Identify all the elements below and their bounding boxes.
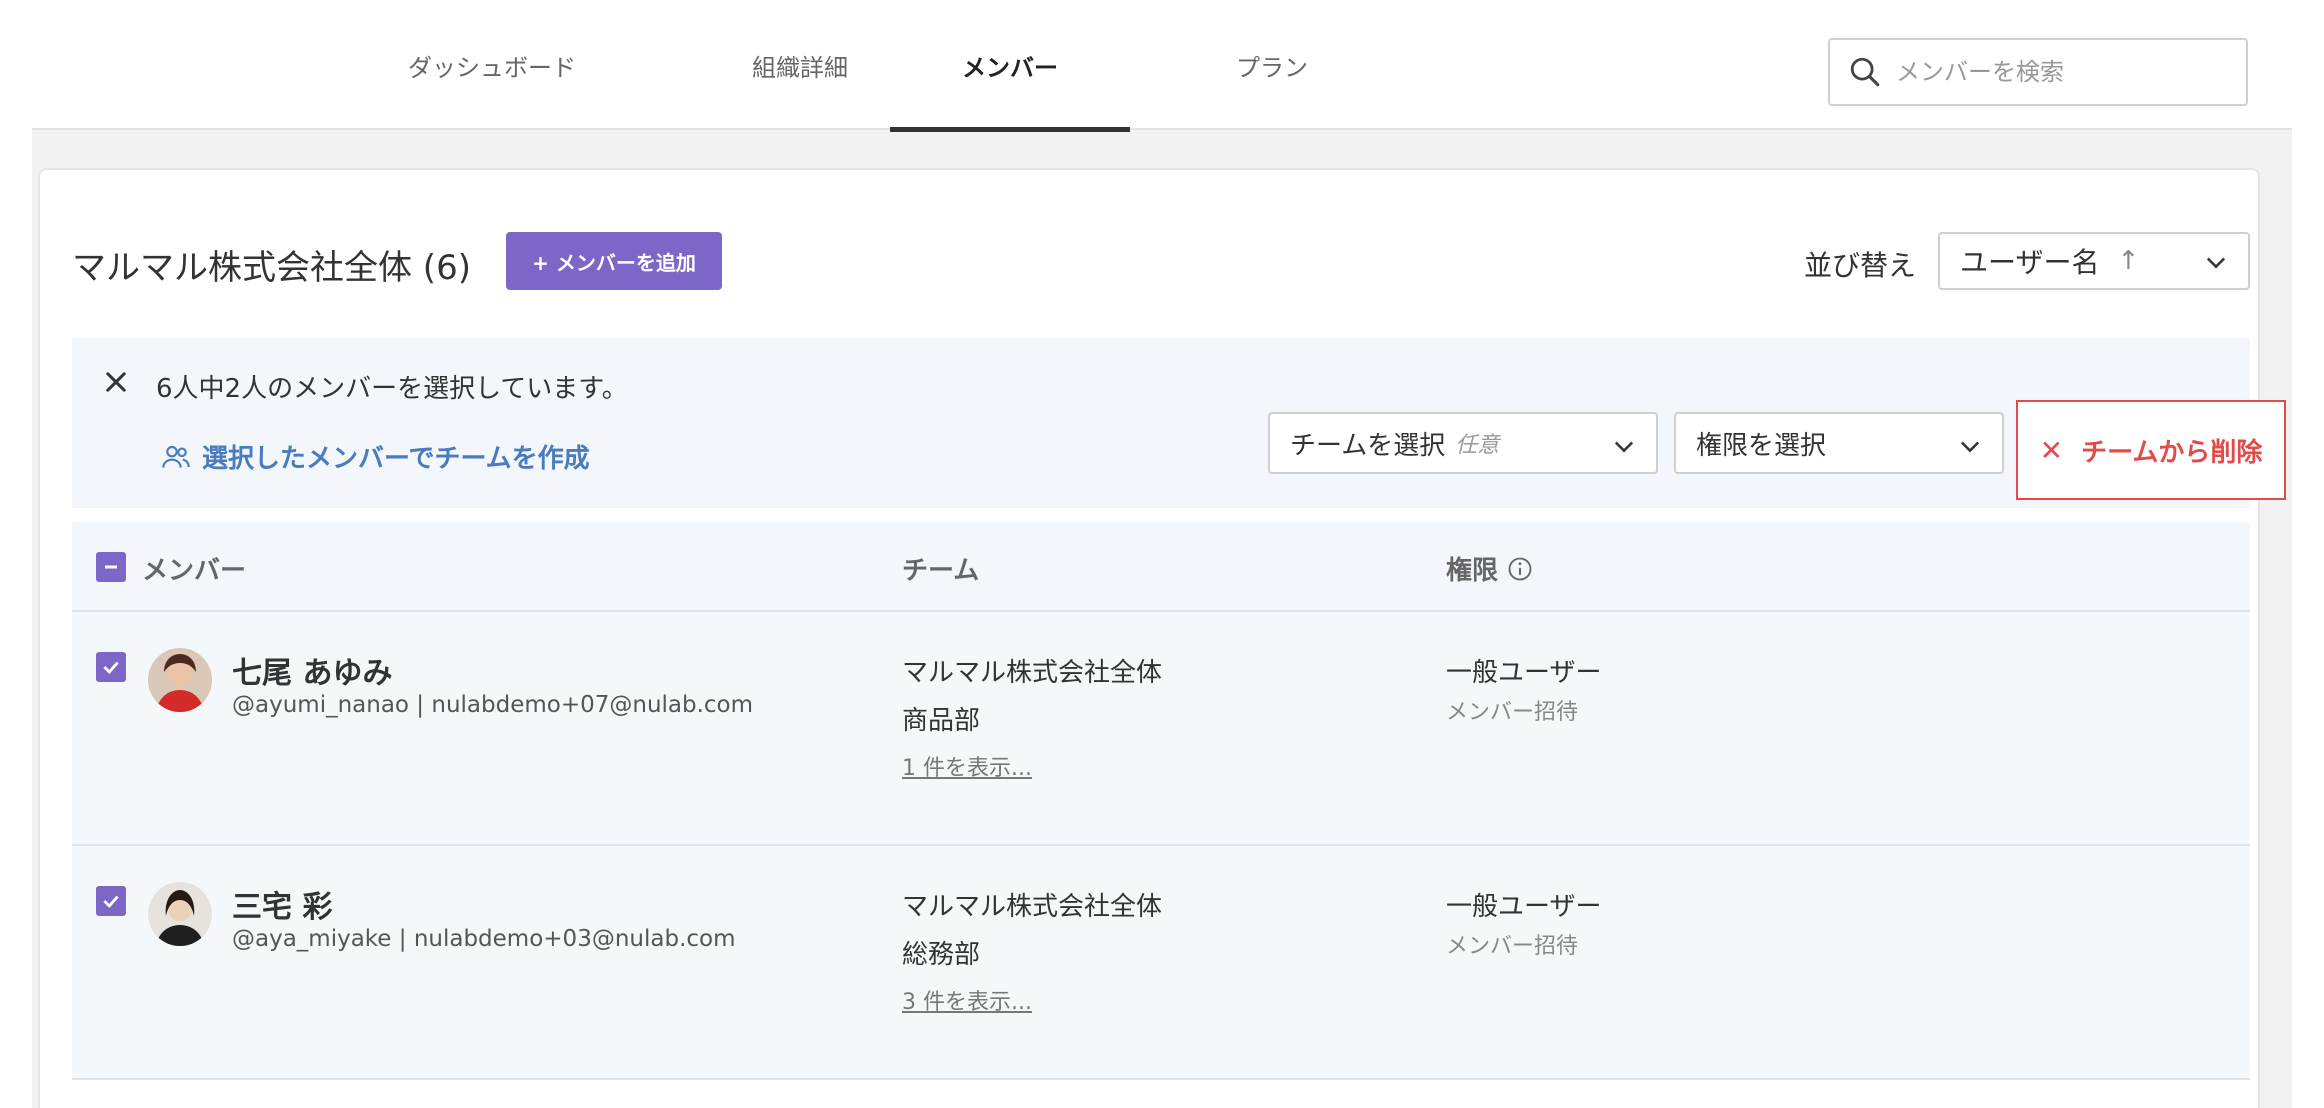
member-name: 七尾 あゆみ: [232, 656, 393, 691]
member-handle-email: @aya_miyake | nulabdemo+03@nulab.com: [232, 926, 736, 952]
create-team-label: 選択したメンバーでチームを作成: [202, 444, 590, 474]
team-select-label: チームを選択: [1290, 430, 1446, 461]
table-row[interactable]: 三宅 彩 @aya_miyake | nulabdemo+03@nulab.co…: [72, 846, 2250, 1080]
top-navigation: ダッシュボード 組織詳細 メンバー プラン: [32, 0, 2292, 132]
tab-plan[interactable]: プラン: [1172, 0, 1372, 130]
sort-value: ユーザー名: [1960, 246, 2100, 279]
remove-from-team-button[interactable]: ✕ チームから削除: [2016, 400, 2286, 500]
avatar: [148, 882, 212, 946]
table-row[interactable]: 七尾 あゆみ @ayumi_nanao | nulabdemo+07@nulab…: [72, 612, 2250, 846]
minus-icon: [105, 565, 117, 569]
member-team: マルマル株式会社全体: [902, 892, 1163, 922]
checkmark-icon: [103, 895, 119, 909]
member-role: 一般ユーザー: [1446, 892, 1602, 922]
page-margin-right: [2292, 0, 2324, 1108]
member-search-box[interactable]: [1828, 38, 2248, 106]
page-margin-left: [0, 0, 32, 1108]
member-team: マルマル株式会社全体: [902, 658, 1163, 688]
select-all-checkbox[interactable]: [96, 552, 126, 582]
members-card: マルマル株式会社全体 (6) + メンバーを追加 並び替え ユーザー名 ↑ 6人…: [38, 168, 2286, 1108]
selection-message: 6人中2人のメンバーを選択しています。: [156, 374, 628, 404]
tab-members[interactable]: メンバー: [890, 0, 1130, 132]
close-icon: ✕: [2039, 433, 2064, 467]
selection-bar: 6人中2人のメンバーを選択しています。 選択したメンバーでチームを作成 チームを…: [72, 338, 2286, 508]
remove-from-team-label: チームから削除: [2081, 437, 2263, 468]
organization-title: マルマル株式会社全体 (6): [72, 248, 471, 288]
member-name: 三宅 彩: [232, 890, 333, 925]
chevron-down-icon: [1960, 441, 1980, 453]
checkmark-icon: [103, 661, 119, 675]
close-icon[interactable]: [102, 368, 130, 396]
team-select-dropdown[interactable]: チームを選択 任意: [1268, 412, 1658, 474]
show-more-teams-link[interactable]: 3 件を表示...: [902, 984, 1032, 1016]
search-input[interactable]: [1896, 58, 2226, 86]
column-header-role[interactable]: 権限: [1446, 550, 1534, 587]
member-handle-email: @ayumi_nanao | nulabdemo+07@nulab.com: [232, 692, 754, 718]
sort-select[interactable]: ユーザー名 ↑: [1938, 232, 2250, 290]
chevron-down-icon: [1614, 441, 1634, 453]
chevron-down-icon: [2206, 257, 2226, 269]
member-team: 商品部: [902, 706, 981, 736]
row-checkbox[interactable]: [96, 886, 126, 916]
info-icon[interactable]: [1506, 555, 1534, 583]
create-team-link[interactable]: 選択したメンバーでチームを作成: [160, 438, 590, 475]
role-select-dropdown[interactable]: 権限を選択: [1674, 412, 2004, 474]
column-header-team[interactable]: チーム: [902, 550, 979, 587]
row-checkbox[interactable]: [96, 652, 126, 682]
add-member-button[interactable]: + メンバーを追加: [506, 232, 722, 290]
table-header: メンバー チーム 権限: [72, 522, 2250, 612]
tab-dashboard[interactable]: ダッシュボード: [377, 0, 607, 130]
sort-label: 並び替え: [1804, 249, 1917, 282]
column-header-role-label: 権限: [1446, 556, 1499, 586]
tab-organization-details[interactable]: 組織詳細: [700, 0, 900, 130]
member-role: 一般ユーザー: [1446, 658, 1602, 688]
member-role-detail: メンバー招待: [1446, 934, 1579, 959]
search-icon: [1850, 57, 1880, 87]
team-select-optional-hint: 任意: [1455, 433, 1500, 458]
member-team: 総務部: [902, 940, 981, 970]
member-role-detail: メンバー招待: [1446, 700, 1579, 725]
role-select-label: 権限を選択: [1696, 430, 1827, 461]
show-more-teams-link[interactable]: 1 件を表示...: [902, 750, 1032, 782]
users-icon: [162, 445, 190, 468]
avatar: [148, 648, 212, 712]
column-header-member[interactable]: メンバー: [142, 550, 246, 587]
sort-ascending-icon: ↑: [2117, 246, 2140, 276]
